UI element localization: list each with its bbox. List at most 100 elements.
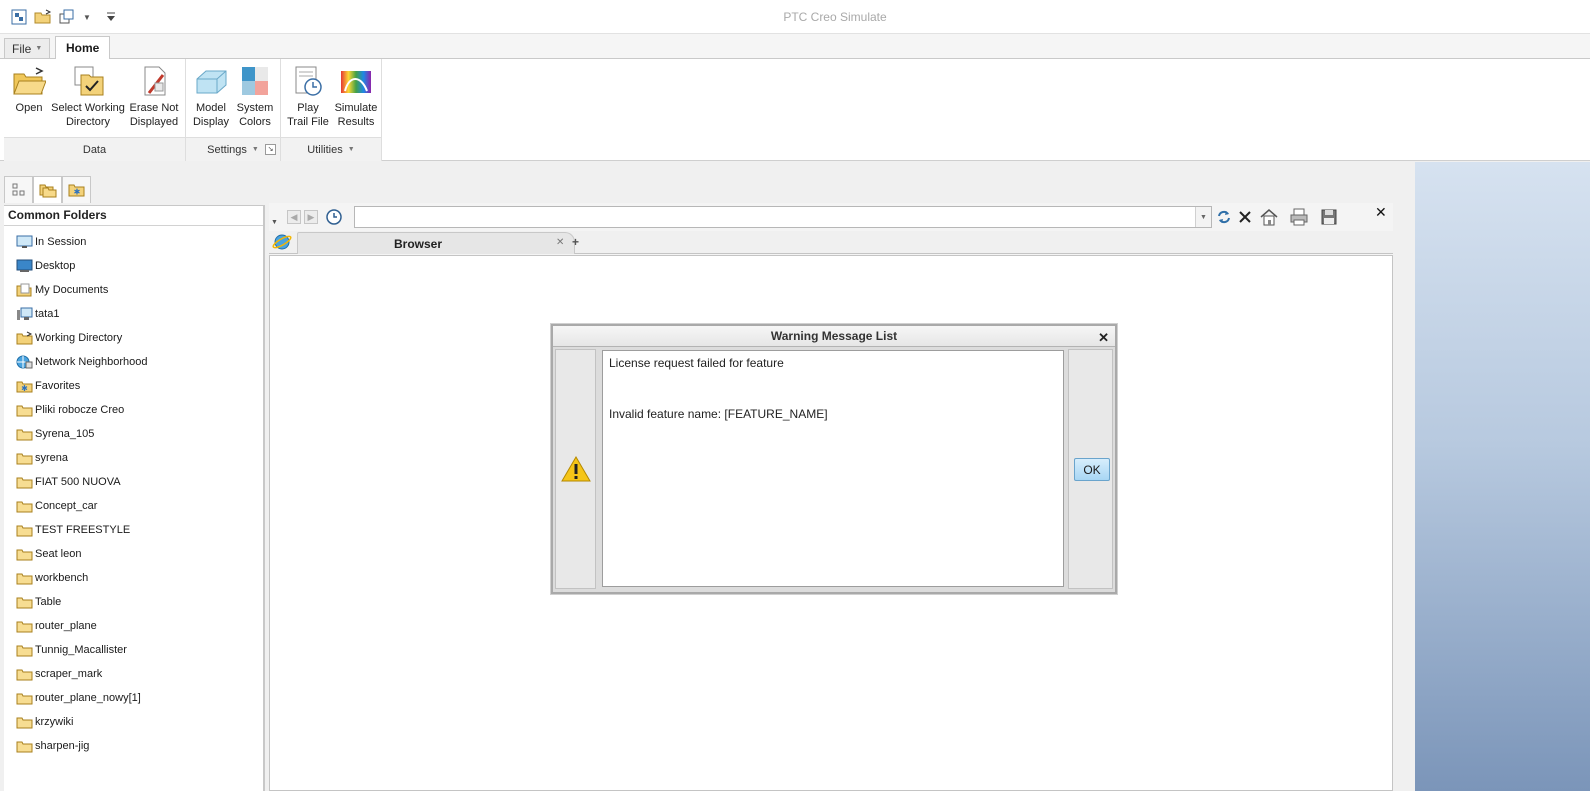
chevron-down-icon: ▼ [251, 146, 259, 153]
refresh-icon[interactable] [1214, 208, 1234, 226]
desktop-icon [16, 259, 33, 274]
folder-label: Working Directory [35, 332, 123, 344]
ribbon-group-utilities-footer[interactable]: Utilities ▼ [281, 137, 381, 161]
favorites-icon: ✱ [68, 184, 84, 197]
select-working-directory-button[interactable]: Select Working Directory [50, 63, 126, 135]
folder-item[interactable]: krzywiki [4, 710, 263, 734]
address-field[interactable]: ▼ [354, 206, 1212, 228]
folder-icon [16, 739, 33, 754]
folder-label: Seat leon [35, 548, 82, 560]
model-display-icon [194, 63, 228, 99]
tab-browser[interactable]: Browser ✕ [297, 232, 575, 254]
folder-label: router_plane [35, 620, 97, 632]
group-data-label: Data [82, 143, 107, 156]
folder-item[interactable]: FIAT 500 NUOVA [4, 470, 263, 494]
folder-item[interactable]: sharpen-jig [4, 734, 263, 758]
folder-icon [16, 691, 33, 706]
folder-item[interactable]: workbench [4, 566, 263, 590]
dialog-title-text: Warning Message List [770, 329, 898, 343]
folder-icon [16, 571, 33, 586]
folder-list: In Session Desktop My Documents tata1 Wo… [4, 230, 263, 758]
app-title: PTC Creo Simulate [783, 10, 887, 24]
folder-item-network[interactable]: Network Neighborhood [4, 350, 263, 374]
folder-item[interactable]: scraper_mark [4, 662, 263, 686]
favorites-folder-icon: ✱ [16, 379, 33, 394]
open-button[interactable]: Open [8, 63, 50, 135]
folder-item[interactable]: Syrena_105 [4, 422, 263, 446]
ribbon-group-settings-footer[interactable]: Settings ▼ ↘ [186, 137, 280, 161]
back-icon[interactable]: ◀ [287, 210, 301, 224]
tab-file-label: File [12, 41, 32, 56]
folder-item-my-documents[interactable]: My Documents [4, 278, 263, 302]
folder-icon [16, 667, 33, 682]
history-menu-icon[interactable]: ▼ [271, 219, 278, 226]
simulate-results-icon [339, 63, 373, 99]
tab-file[interactable]: File ▼ [4, 38, 51, 58]
message-line: License request failed for feature [609, 356, 784, 370]
folder-icon [16, 643, 33, 658]
in-session-icon [16, 235, 33, 250]
close-tab-icon[interactable]: ✕ [556, 237, 564, 248]
folder-icon [16, 523, 33, 538]
home-icon[interactable] [1259, 208, 1279, 226]
dialog-launcher-icon[interactable]: ↘ [265, 144, 276, 155]
folder-item[interactable]: router_plane_nowy[1] [4, 686, 263, 710]
stop-icon[interactable] [1235, 208, 1255, 226]
model-display-button[interactable]: Model Display [189, 63, 233, 135]
folder-icon [16, 427, 33, 442]
folder-item[interactable]: Concept_car [4, 494, 263, 518]
history-icon[interactable] [324, 208, 344, 226]
close-dialog-icon[interactable]: ✕ [1098, 328, 1109, 348]
forward-icon[interactable]: ▶ [304, 210, 318, 224]
warning-dialog: Warning Message List ✕ License request f… [551, 324, 1117, 594]
folder-label: scraper_mark [35, 668, 103, 680]
folder-item-desktop[interactable]: Desktop [4, 254, 263, 278]
folder-item-in-session[interactable]: In Session [4, 230, 263, 254]
folder-item[interactable]: Tunnig_Macallister [4, 638, 263, 662]
ribbon-group-data-label: Data [4, 137, 185, 161]
title-bar: ▼ PTC Creo Simulate [0, 0, 1590, 34]
folder-item-tata1[interactable]: tata1 [4, 302, 263, 326]
folder-item[interactable]: Seat leon [4, 542, 263, 566]
working-directory-icon [71, 63, 105, 99]
address-dropdown-icon[interactable]: ▼ [1195, 207, 1211, 227]
graphics-area[interactable] [1415, 162, 1590, 791]
erase-not-displayed-button[interactable]: Erase Not Displayed [126, 63, 182, 135]
swd-label-1: Select Working [51, 102, 125, 114]
ok-button[interactable]: OK [1074, 458, 1110, 481]
play-trail-file-button[interactable]: Play Trail File [284, 63, 332, 135]
folder-item-favorites[interactable]: ✱ Favorites [4, 374, 263, 398]
navigator-tabs: ✱ [4, 176, 91, 203]
close-browser-icon[interactable]: ✕ [1375, 204, 1387, 221]
folder-icon [16, 619, 33, 634]
sr-label-1: Simulate [334, 102, 378, 114]
model-tree-tab[interactable] [4, 176, 33, 203]
print-icon[interactable] [1289, 208, 1309, 226]
ribbon: Open Select Working Directory Erase Not … [0, 59, 1590, 161]
folder-label: router_plane_nowy[1] [35, 692, 141, 704]
folder-item[interactable]: syrena [4, 446, 263, 470]
end-label-2: Displayed [129, 116, 179, 128]
folder-label: Tunnig_Macallister [35, 644, 127, 656]
system-colors-button[interactable]: System Colors [233, 63, 277, 135]
system-colors-icon [238, 63, 272, 99]
new-tab-icon[interactable]: + [572, 235, 579, 249]
folder-label: TEST FREESTYLE [35, 524, 131, 536]
folder-label: Pliki robocze Creo [35, 404, 125, 416]
favorites-tab[interactable]: ✱ [62, 176, 91, 203]
folder-browser-tab[interactable] [33, 176, 62, 203]
save-icon[interactable] [1319, 208, 1339, 226]
folder-label: My Documents [35, 284, 109, 296]
warning-message-list[interactable]: License request failed for feature Inval… [602, 350, 1064, 587]
erase-icon [137, 63, 171, 99]
folder-item[interactable]: TEST FREESTYLE [4, 518, 263, 542]
folder-icon [16, 451, 33, 466]
tab-home[interactable]: Home [55, 36, 111, 60]
folder-item[interactable]: router_plane [4, 614, 263, 638]
group-settings-label: Settings [207, 143, 247, 156]
simulate-results-button[interactable]: Simulate Results [332, 63, 380, 135]
folder-item[interactable]: Pliki robocze Creo [4, 398, 263, 422]
folder-item[interactable]: Table [4, 590, 263, 614]
folder-item-working-directory[interactable]: Working Directory [4, 326, 263, 350]
browser-globe-icon[interactable] [272, 233, 292, 254]
